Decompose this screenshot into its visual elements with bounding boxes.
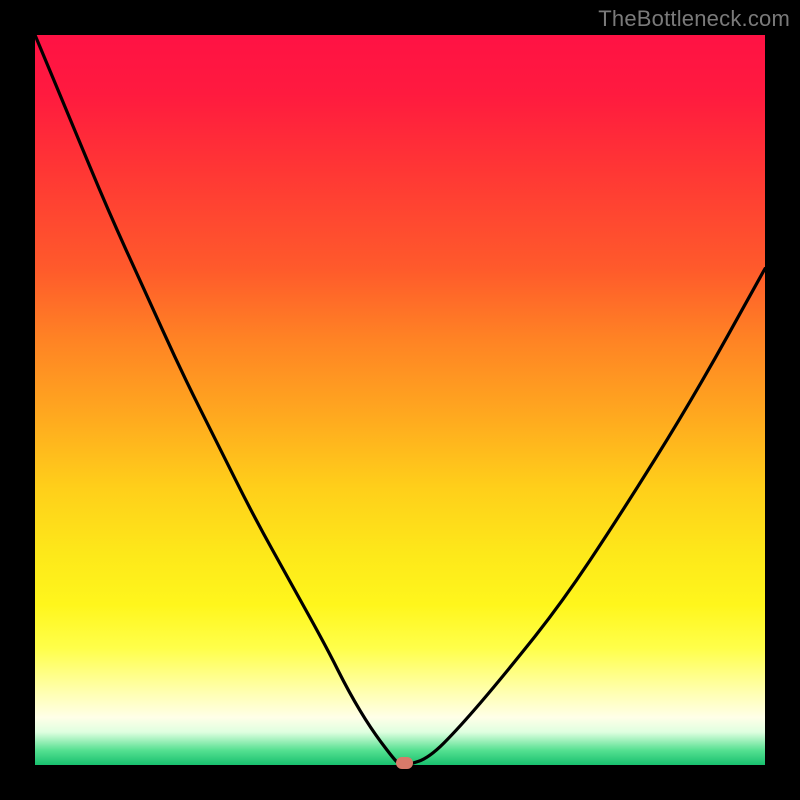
optimal-point-marker (396, 757, 413, 769)
plot-area (35, 35, 765, 765)
bottleneck-curve (35, 35, 765, 765)
watermark-text: TheBottleneck.com (598, 6, 790, 32)
chart-frame: TheBottleneck.com (0, 0, 800, 800)
